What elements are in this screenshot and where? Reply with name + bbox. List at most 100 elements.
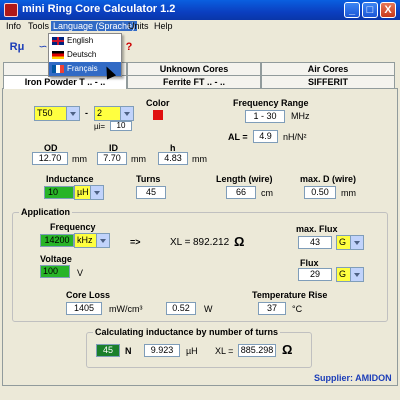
max-flux-unit-value: G — [339, 237, 347, 247]
mu-value: 10 — [110, 121, 132, 131]
calc-xl-label: XL = — [215, 346, 234, 356]
frequency-input[interactable]: 14200 — [40, 234, 74, 247]
od-unit: mm — [72, 154, 87, 164]
menu-tools[interactable]: Tools — [26, 21, 51, 31]
h-value: 4.83 — [158, 152, 188, 165]
core-mix-select[interactable]: 2 — [94, 106, 134, 121]
language-label: Deutsch — [67, 50, 97, 59]
tab-air-cores[interactable]: Air Cores — [261, 62, 395, 75]
color-label: Color — [146, 98, 170, 108]
tab-sifferit[interactable]: SIFFERIT — [261, 75, 395, 88]
turns-input[interactable]: 45 — [96, 344, 120, 357]
frequency-unit-select[interactable]: kHz — [74, 233, 110, 248]
flux-value: 29 — [298, 268, 332, 281]
watts-unit: W — [204, 304, 213, 314]
temperature-label: Temperature Rise — [252, 290, 328, 300]
frequency-range-unit: MHz — [291, 111, 310, 121]
chevron-down-icon — [90, 186, 103, 199]
language-item-english[interactable]: English — [49, 34, 121, 48]
arrow-label: => — [130, 237, 141, 247]
french-flag-icon — [52, 65, 64, 73]
id-unit: mm — [131, 154, 146, 164]
frequency-label: Frequency — [50, 222, 96, 232]
frequency-range-label: Frequency Range — [233, 98, 309, 108]
menu-help[interactable]: Help — [152, 21, 175, 31]
xl-label: XL = — [170, 237, 191, 248]
temperature-value: 37 — [258, 302, 286, 315]
inductance-label: Inductance — [46, 174, 94, 184]
calc-title: Calculating inductance by number of turn… — [93, 327, 281, 337]
supplier-label: Supplier: AMIDON — [314, 373, 392, 383]
maximize-button[interactable]: □ — [362, 2, 378, 18]
menu-bar: Info Tools Language (Sprache) Units Help — [0, 20, 400, 34]
length-value: 66 — [226, 186, 256, 199]
flux-unit-value: G — [339, 269, 347, 279]
window-title: mini Ring Core Calculator 1.2 — [22, 3, 176, 15]
core-mix-value: 2 — [97, 108, 103, 118]
calc-uh-unit: µH — [186, 346, 198, 356]
chevron-down-icon — [120, 107, 133, 120]
menu-language[interactable]: Language (Sprache) — [51, 21, 138, 31]
max-flux-label: max. Flux — [296, 224, 338, 234]
turns-label: Turns — [136, 174, 161, 184]
al-unit: nH/N² — [283, 132, 307, 142]
frequency-range-value: 1 - 30 — [245, 110, 285, 123]
flux-label: Flux — [300, 258, 319, 268]
temperature-unit: °C — [292, 304, 303, 314]
chevron-down-icon — [350, 236, 363, 249]
title-bar: mini Ring Core Calculator 1.2 _ □ X — [0, 0, 400, 20]
chevron-down-icon — [66, 107, 79, 120]
german-flag-icon — [52, 51, 64, 59]
inductance-unit-value: µH — [77, 187, 89, 197]
core-color-swatch — [153, 110, 163, 120]
menu-info[interactable]: Info — [4, 21, 23, 31]
voltage-input[interactable]: 100 — [40, 265, 70, 278]
core-type-value: T50 — [37, 108, 53, 118]
mu-label: µi= — [94, 122, 106, 131]
tab-unknown-cores[interactable]: Unknown Cores — [127, 62, 261, 75]
voltage-unit: V — [77, 268, 84, 278]
al-value: 4.9 — [253, 130, 278, 143]
tab-ferrite[interactable]: Ferrite FT .. - .. — [127, 75, 261, 88]
ohm-icon: Ω — [234, 234, 245, 249]
chevron-down-icon — [350, 268, 363, 281]
length-label: Length (wire) — [216, 174, 273, 184]
maxd-label: max. D (wire) — [300, 174, 357, 184]
max-flux-unit-select[interactable]: G — [336, 235, 364, 250]
uk-flag-icon — [52, 37, 64, 45]
id-value: 7.70 — [97, 152, 127, 165]
chevron-down-icon — [96, 234, 109, 247]
core-type-select[interactable]: T50 — [34, 106, 80, 121]
core-loss-unit: mW/cm³ — [109, 304, 143, 314]
menu-units[interactable]: Units — [126, 21, 151, 31]
voltage-label: Voltage — [40, 254, 72, 264]
core-loss-label: Core Loss — [66, 290, 111, 300]
turns-value: 45 — [136, 186, 166, 199]
length-unit: cm — [261, 188, 273, 198]
maxd-value: 0.50 — [304, 186, 336, 199]
maxd-unit: mm — [341, 188, 356, 198]
calc-uh-value: 9.923 — [144, 344, 180, 357]
minimize-button[interactable]: _ — [344, 2, 360, 18]
h-unit: mm — [192, 154, 207, 164]
calculator-icon[interactable]: Rμ — [6, 37, 28, 57]
turns-unit: N — [125, 346, 132, 356]
ohm-icon: Ω — [282, 342, 293, 357]
frequency-unit-value: kHz — [77, 235, 93, 245]
language-label: Français — [67, 64, 98, 73]
close-button[interactable]: X — [380, 2, 396, 18]
al-label: AL = — [228, 132, 248, 142]
max-flux-value: 43 — [298, 236, 332, 249]
flux-unit-select[interactable]: G — [336, 267, 364, 282]
core-dash: - — [85, 108, 88, 118]
application-title: Application — [19, 207, 72, 217]
language-item-deutsch[interactable]: Deutsch — [49, 48, 121, 62]
app-icon[interactable] — [4, 3, 18, 17]
inductance-input[interactable]: 10 — [44, 186, 74, 199]
calc-xl-value: 885.298 — [238, 344, 276, 357]
inductance-unit-select[interactable]: µH — [74, 185, 104, 200]
xl-value: 892.212 — [193, 237, 230, 248]
language-label: English — [67, 36, 94, 45]
core-loss-value: 1405 — [66, 302, 102, 315]
watts-value: 0.52 — [166, 302, 196, 315]
